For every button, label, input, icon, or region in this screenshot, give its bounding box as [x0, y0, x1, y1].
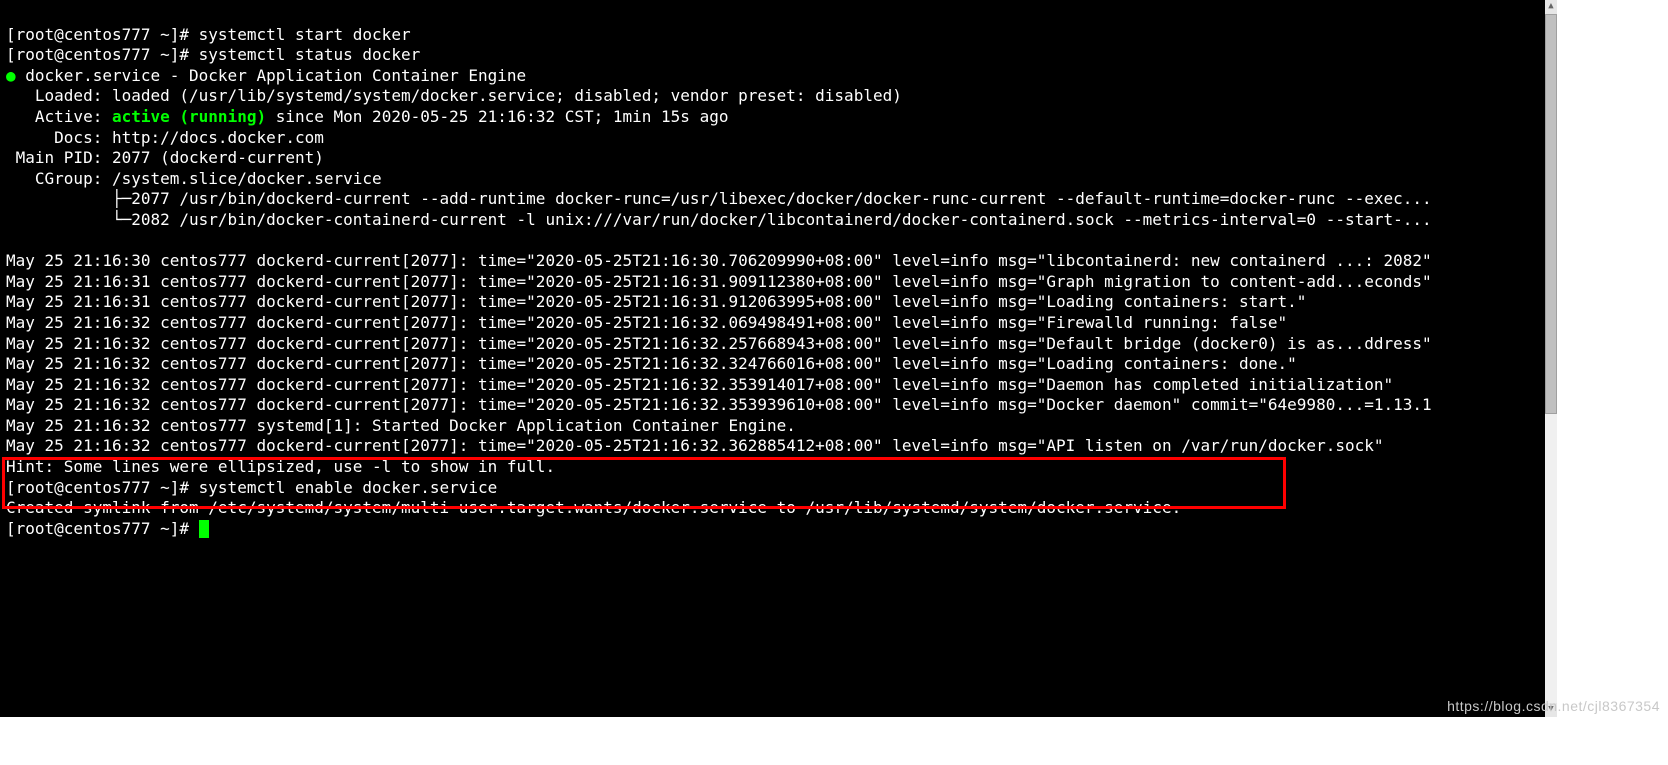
log-line: May 25 21:16:32 centos777 dockerd-curren… [6, 313, 1287, 332]
log-line: May 25 21:16:32 centos777 dockerd-curren… [6, 354, 1297, 373]
process-line: └─2082 /usr/bin/docker-containerd-curren… [6, 210, 1432, 229]
loaded-line: Loaded: loaded (/usr/lib/systemd/system/… [6, 86, 902, 105]
cursor-icon [199, 520, 209, 538]
process-line: ├─2077 /usr/bin/dockerd-current --add-ru… [6, 189, 1432, 208]
status-dot-icon: ● [6, 66, 25, 85]
command-text: systemctl start docker [199, 25, 411, 44]
shell-prompt: [root@centos777 ~]# [6, 478, 199, 497]
shell-prompt: [root@centos777 ~]# [6, 25, 199, 44]
shell-prompt: [root@centos777 ~]# [6, 519, 199, 538]
scroll-up-button[interactable]: ▲ [1545, 0, 1557, 14]
page-margin [1557, 0, 1668, 717]
hint-line: Hint: Some lines were ellipsized, use -l… [6, 457, 555, 476]
scrollbar-thumb[interactable] [1545, 14, 1557, 414]
log-line: May 25 21:16:32 centos777 dockerd-curren… [6, 395, 1432, 414]
command-text: systemctl status docker [199, 45, 421, 64]
log-line: May 25 21:16:32 centos777 dockerd-curren… [6, 334, 1432, 353]
enable-output: Created symlink from /etc/systemd/system… [6, 498, 1181, 517]
command-text: systemctl enable docker.service [199, 478, 498, 497]
scrollbar-track[interactable]: ▲ ▼ [1545, 0, 1557, 717]
cgroup-line: CGroup: /system.slice/docker.service [6, 169, 382, 188]
shell-prompt: [root@centos777 ~]# [6, 45, 199, 64]
service-header: docker.service - Docker Application Cont… [25, 66, 526, 85]
active-since: since Mon 2020-05-25 21:16:32 CST; 1min … [266, 107, 728, 126]
mainpid-line: Main PID: 2077 (dockerd-current) [6, 148, 324, 167]
log-line: May 25 21:16:32 centos777 dockerd-curren… [6, 375, 1393, 394]
watermark-text: https://blog.csdn.net/cjl8367354 [1447, 696, 1660, 717]
log-line: May 25 21:16:30 centos777 dockerd-curren… [6, 251, 1432, 270]
active-label: Active: [6, 107, 112, 126]
log-line: May 25 21:16:31 centos777 dockerd-curren… [6, 292, 1306, 311]
log-line: May 25 21:16:32 centos777 systemd[1]: St… [6, 416, 796, 435]
docs-line: Docs: http://docs.docker.com [6, 128, 324, 147]
log-line: May 25 21:16:31 centos777 dockerd-curren… [6, 272, 1432, 291]
active-status: active (running) [112, 107, 266, 126]
log-line: May 25 21:16:32 centos777 dockerd-curren… [6, 436, 1384, 455]
terminal[interactable]: [root@centos777 ~]# systemctl start dock… [0, 0, 1545, 717]
